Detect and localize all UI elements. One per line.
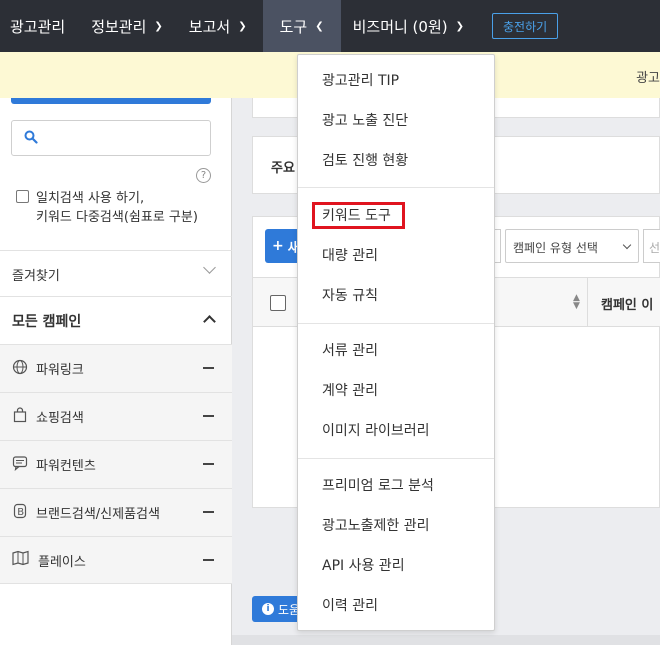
chevron-down-icon: ❯: [238, 20, 247, 32]
campaign-type-select-label: 캠페인 유형 선택: [513, 241, 598, 255]
nav-label: 보고서: [188, 17, 231, 36]
menu-item-premium-log[interactable]: 프리미엄 로그 분석: [298, 465, 494, 505]
collapse-icon[interactable]: [203, 415, 214, 417]
menu-item-api-management[interactable]: API 사용 관리: [298, 545, 494, 585]
svg-text:B: B: [17, 507, 24, 518]
menu-divider: [298, 187, 494, 188]
chat-icon: [12, 455, 28, 475]
menu-item-contracts[interactable]: 계약 관리: [298, 370, 494, 410]
collapse-icon[interactable]: [203, 367, 214, 369]
menu-item-bulk-management[interactable]: 대량 관리: [298, 235, 494, 275]
campaign-type-select[interactable]: 캠페인 유형 선택: [505, 229, 639, 263]
menu-item-exposure-limit[interactable]: 광고노출제한 관리: [298, 505, 494, 545]
nav-label: 비즈머니 (0원): [352, 17, 448, 36]
collapse-icon[interactable]: [203, 463, 214, 465]
nav-tools[interactable]: 도구 ❮: [262, 0, 341, 52]
sidebar-item-label: 플레이스: [38, 554, 86, 570]
menu-item-exposure-diagnosis[interactable]: 광고 노출 진단: [298, 100, 494, 140]
info-icon: i: [262, 603, 274, 615]
menu-item-auto-rules[interactable]: 자동 규칙: [298, 275, 494, 315]
exact-search-checkbox[interactable]: [16, 190, 29, 203]
favorites-label: 즐겨찾기: [12, 269, 60, 284]
map-icon: [12, 550, 30, 570]
collapse-icon[interactable]: [203, 511, 214, 513]
tools-dropdown-menu: 광고관리 TIP 광고 노출 진단 검토 진행 현황 키워드 도구 대량 관리 …: [297, 54, 495, 631]
chevron-up-icon: ❮: [315, 20, 324, 32]
sidebar-primary-button-edge[interactable]: [11, 98, 211, 104]
nav-info-management[interactable]: 정보관리 ❯: [81, 0, 173, 52]
menu-item-image-library[interactable]: 이미지 라이브러리: [298, 410, 494, 450]
sidebar: ? 일치검색 사용 하기, 키워드 다중검색(쉼표로 구분) 즐겨찾기 모든 캠…: [0, 98, 232, 645]
question-icon[interactable]: ?: [196, 168, 211, 183]
favorites-row[interactable]: 즐겨찾기: [0, 250, 232, 298]
select-all-checkbox[interactable]: [270, 295, 286, 311]
nav-ad-management[interactable]: 광고관리: [0, 0, 75, 52]
menu-item-history[interactable]: 이력 관리: [298, 585, 494, 625]
chevron-down-icon: [622, 240, 632, 250]
exact-search-label: 일치검색 사용 하기,: [36, 191, 145, 206]
sidebar-item-powerlink[interactable]: 파워링크: [0, 344, 232, 392]
highlight-box: [312, 202, 405, 229]
sidebar-item-label: 파워링크: [36, 363, 84, 378]
search-input[interactable]: [48, 127, 204, 149]
footer-bar: [232, 635, 660, 645]
nav-label: 도구: [279, 17, 308, 36]
chevron-down-icon: ❯: [154, 20, 163, 32]
menu-item-documents[interactable]: 서류 관리: [298, 330, 494, 370]
notice-text: 광고: [636, 71, 660, 86]
sidebar-item-label: 파워컨텐츠: [36, 459, 96, 474]
shopping-bag-icon: [12, 406, 28, 427]
sort-icon[interactable]: ▲ ▼: [573, 294, 580, 311]
globe-icon: [12, 359, 28, 379]
plus-icon: +: [272, 238, 284, 254]
multi-keyword-label: 키워드 다중검색(쉼표로 구분): [36, 210, 198, 225]
chevron-up-icon: [203, 313, 216, 328]
sidebar-item-place[interactable]: 플레이스: [0, 536, 232, 584]
brand-b-icon: B: [12, 503, 28, 523]
sidebar-item-shopping[interactable]: 쇼핑검색: [0, 392, 232, 440]
all-campaigns-row[interactable]: 모든 캠페인: [0, 296, 232, 344]
menu-item-ad-tip[interactable]: 광고관리 TIP: [298, 60, 494, 100]
nav-bizmoney[interactable]: 비즈머니 (0원) ❯: [343, 0, 474, 52]
chevron-down-icon: ❯: [455, 20, 465, 32]
chevron-down-icon: [203, 261, 216, 274]
column-divider: [587, 278, 588, 326]
column-campaign-name[interactable]: 캠페인 이: [601, 294, 653, 313]
collapse-icon[interactable]: [203, 559, 214, 561]
menu-divider: [298, 323, 494, 324]
charge-button[interactable]: 충전하기: [492, 13, 559, 39]
sidebar-item-brandsearch[interactable]: B 브랜드검색/신제품검색: [0, 488, 232, 536]
all-campaigns-label: 모든 캠페인: [12, 313, 82, 330]
top-nav: 광고관리 정보관리 ❯ 보고서 ❯ 도구 ❮ 비즈머니 (0원) ❯ 충전하기: [0, 0, 660, 52]
menu-item-review-status[interactable]: 검토 진행 현황: [298, 140, 494, 180]
nav-reports[interactable]: 보고서 ❯: [179, 0, 257, 52]
sidebar-item-label: 브랜드검색/신제품검색: [36, 507, 160, 522]
nav-label: 광고관리: [10, 17, 66, 36]
next-select[interactable]: 선: [643, 229, 660, 263]
menu-divider: [298, 458, 494, 459]
summary-title: 주요: [271, 161, 295, 176]
sidebar-item-label: 쇼핑검색: [36, 411, 84, 426]
sidebar-item-powercontents[interactable]: 파워컨텐츠: [0, 440, 232, 488]
nav-label: 정보관리: [91, 17, 147, 36]
campaign-search-box[interactable]: [11, 120, 211, 156]
search-icon[interactable]: [24, 130, 38, 148]
